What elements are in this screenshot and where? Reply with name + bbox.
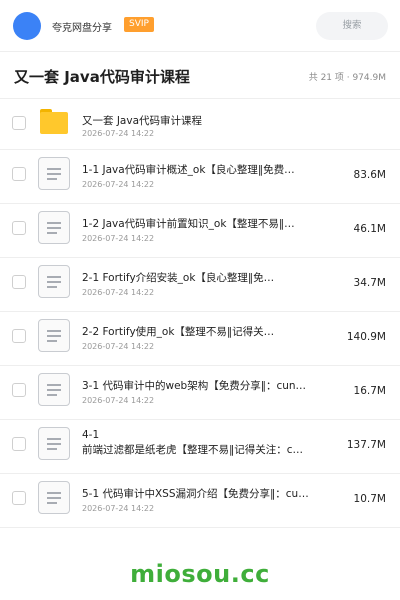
list-item[interactable]: 3-1 代码审计中的web架构【免费分享‖：cun… 2026-07-24 14…: [0, 366, 400, 420]
file-name: 5-1 代码审计中XSS漏洞介绍【免费分享‖：cu…: [82, 488, 309, 500]
file-size: 10.7M: [353, 493, 386, 505]
svip-badge: SVIP: [124, 17, 154, 32]
list-item-folder[interactable]: 又一套 Java代码审计课程 2026-07-24 14:22: [0, 99, 400, 150]
file-date: 2026-07-24 14:22: [82, 180, 155, 189]
list-item[interactable]: 2-2 Fortify使用_ok【整理不易‖记得关… 2026-07-24 14…: [0, 312, 400, 366]
file-name: 2-2 Fortify使用_ok【整理不易‖记得关…: [82, 326, 275, 338]
file-name: 又一套 Java代码审计课程: [82, 115, 203, 127]
folder-icon: [40, 109, 68, 134]
list-item[interactable]: 1-1 Java代码审计概述_ok【良心整理‖免费… 2026-07-24 14…: [0, 150, 400, 204]
document-icon: [38, 265, 70, 298]
row-checkbox[interactable]: [12, 167, 26, 181]
item-summary: 共 21 项 · 974.9M: [308, 73, 386, 83]
row-checkbox[interactable]: [12, 329, 26, 343]
file-name: 1-1 Java代码审计概述_ok【良心整理‖免费…: [82, 164, 295, 176]
row-checkbox[interactable]: [12, 221, 26, 235]
list-item[interactable]: 4-1 前端过滤都是纸老虎【整理不易‖记得关注：c… 137.7M: [0, 420, 400, 474]
document-icon: [38, 157, 70, 190]
list-item[interactable]: 1-2 Java代码审计前置知识_ok【整理不易‖… 2026-07-24 14…: [0, 204, 400, 258]
watermark: miosou.cc: [130, 560, 270, 588]
file-name: 3-1 代码审计中的web架构【免费分享‖：cun…: [82, 380, 307, 392]
file-date: 2026-07-24 14:22: [82, 288, 155, 297]
document-icon: [38, 373, 70, 406]
file-size: 137.7M: [346, 439, 386, 451]
file-name-line-1: 4-1: [82, 429, 100, 441]
row-checkbox[interactable]: [12, 437, 26, 451]
list-item[interactable]: 2-1 Fortify介绍安装_ok【良心整理‖免… 2026-07-24 14…: [0, 258, 400, 312]
file-size: 34.7M: [353, 277, 386, 289]
row-checkbox[interactable]: [12, 116, 26, 130]
row-checkbox[interactable]: [12, 275, 26, 289]
document-icon: [38, 319, 70, 352]
top-header: 夸克网盘分享 SVIP 搜索: [0, 0, 400, 52]
app-name: 夸克网盘分享: [52, 23, 112, 34]
page-title: 又一套 Java代码审计课程: [14, 68, 190, 86]
search-button[interactable]: 搜索: [316, 12, 388, 40]
file-date: 2026-07-24 14:22: [82, 342, 155, 351]
file-name-line-2: 前端过滤都是纸老虎【整理不易‖记得关注：c…: [82, 444, 304, 456]
document-icon: [38, 211, 70, 244]
file-list: 又一套 Java代码审计课程 2026-07-24 14:22 1-1 Java…: [0, 99, 400, 528]
file-date: 2026-07-24 14:22: [82, 234, 155, 243]
folder-title-bar: 又一套 Java代码审计课程 共 21 项 · 974.9M: [0, 52, 400, 99]
file-date: 2026-07-24 14:22: [82, 396, 155, 405]
row-checkbox[interactable]: [12, 491, 26, 505]
document-icon: [38, 481, 70, 514]
file-name: 1-2 Java代码审计前置知识_ok【整理不易‖…: [82, 218, 295, 230]
file-size: 83.6M: [353, 169, 386, 181]
file-size: 46.1M: [353, 223, 386, 235]
file-size: 140.9M: [346, 331, 386, 343]
avatar[interactable]: [13, 12, 41, 40]
list-item[interactable]: 5-1 代码审计中XSS漏洞介绍【免费分享‖：cu… 2026-07-24 14…: [0, 474, 400, 528]
file-name: 2-1 Fortify介绍安装_ok【良心整理‖免…: [82, 272, 275, 284]
document-icon: [38, 427, 70, 460]
file-date: 2026-07-24 14:22: [82, 504, 155, 513]
row-checkbox[interactable]: [12, 383, 26, 397]
file-name: 4-1 前端过滤都是纸老虎【整理不易‖记得关注：c…: [82, 428, 312, 458]
file-date: 2026-07-24 14:22: [82, 129, 155, 138]
file-size: 16.7M: [353, 385, 386, 397]
